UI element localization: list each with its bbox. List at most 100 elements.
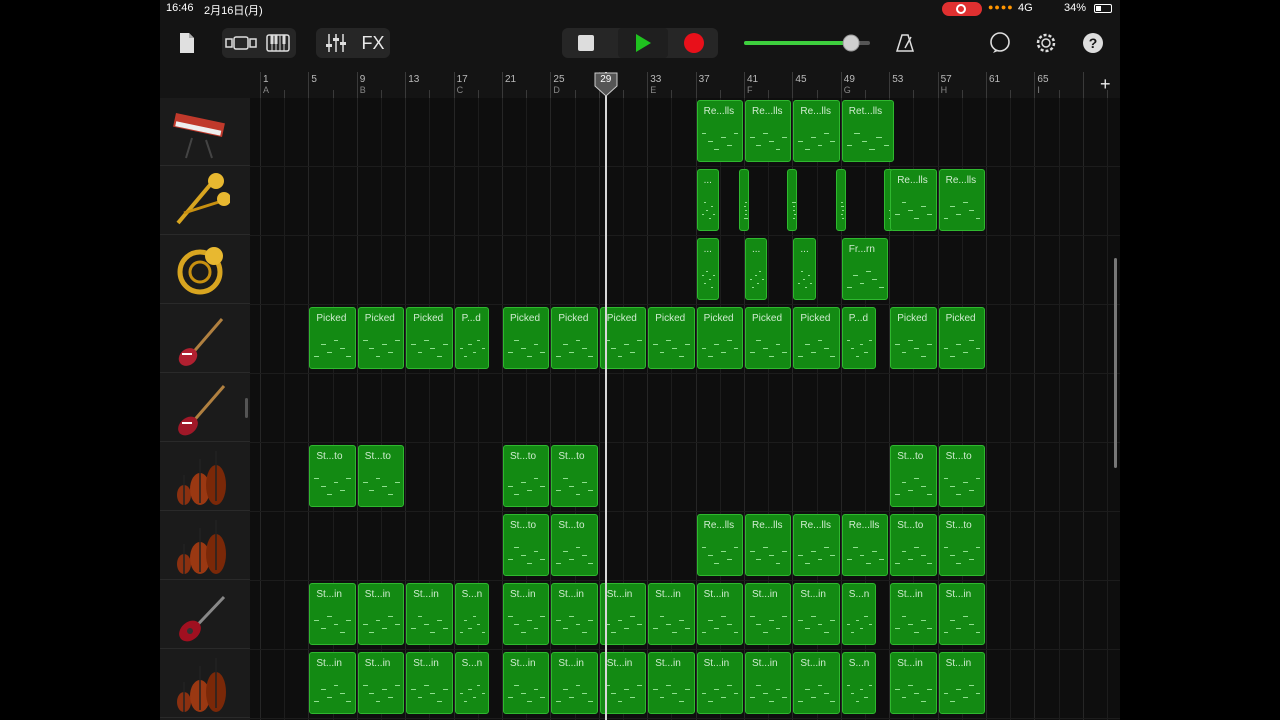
region[interactable]: St...in — [357, 652, 405, 714]
track-lane[interactable] — [250, 512, 1120, 581]
region[interactable]: S...n — [841, 583, 877, 645]
region[interactable]: ... — [745, 238, 768, 300]
region[interactable]: St...in — [309, 652, 356, 714]
region[interactable]: St...to — [890, 514, 937, 576]
tracks-area[interactable]: Re...lls Re...lls Re...lls Ret...lls... Re..… — [250, 98, 1120, 720]
track-header[interactable] — [160, 374, 250, 442]
region[interactable] — [835, 169, 846, 231]
region[interactable]: St...to — [890, 445, 937, 507]
track-lane[interactable] — [250, 374, 1120, 443]
region[interactable]: S...n — [454, 583, 489, 645]
region[interactable]: Re...lls — [793, 514, 840, 576]
region[interactable]: St...in — [551, 652, 598, 714]
region[interactable]: St...in — [696, 652, 743, 714]
track-header[interactable] — [160, 512, 250, 580]
play-icon[interactable] — [618, 28, 668, 58]
region[interactable]: Fr...rn — [841, 238, 889, 300]
help-icon[interactable]: ? — [1080, 28, 1106, 58]
region[interactable]: Re...lls — [938, 169, 985, 231]
region[interactable]: St...in — [793, 583, 840, 645]
region[interactable]: Picked — [309, 307, 356, 369]
region[interactable]: St...in — [938, 583, 985, 645]
region[interactable]: Picked — [938, 307, 985, 369]
region[interactable]: Re...lls — [745, 100, 792, 162]
section-marker[interactable]: E — [650, 85, 656, 95]
region[interactable]: St...in — [890, 583, 937, 645]
region[interactable]: Picked — [357, 307, 405, 369]
region[interactable]: St...to — [938, 445, 985, 507]
region[interactable]: Ret...lls — [841, 100, 895, 162]
region[interactable]: St...to — [938, 514, 985, 576]
metronome-icon[interactable] — [890, 28, 920, 58]
region[interactable]: Re...lls — [890, 169, 937, 231]
keyboard-icon[interactable] — [262, 28, 294, 58]
section-marker[interactable]: D — [553, 85, 560, 95]
mixer-icon[interactable] — [320, 28, 352, 58]
region[interactable] — [738, 169, 750, 231]
track-lane[interactable] — [250, 167, 1120, 236]
stop-icon[interactable] — [564, 28, 608, 58]
region[interactable]: St...in — [357, 583, 405, 645]
region[interactable]: Re...lls — [745, 514, 792, 576]
fx-button[interactable]: FX — [358, 28, 388, 58]
timeline-ruler[interactable]: 1 5 9 13 17 21 25 29 33 37 41 45 49 53 57 61 65 A B C D E F G H I — [250, 72, 1120, 99]
track-header[interactable] — [160, 167, 250, 235]
track-header[interactable] — [160, 581, 250, 649]
region[interactable]: Re...lls — [841, 514, 889, 576]
header-resize-handle[interactable] — [245, 398, 248, 418]
master-volume-slider[interactable] — [744, 28, 870, 58]
track-header[interactable] — [160, 650, 250, 718]
record-icon[interactable] — [672, 28, 716, 58]
region[interactable]: Picked — [696, 307, 743, 369]
region[interactable]: St...to — [551, 445, 598, 507]
section-marker[interactable]: F — [747, 85, 753, 95]
region[interactable]: Picked — [503, 307, 550, 369]
vertical-scrollbar[interactable] — [1114, 258, 1117, 468]
track-header[interactable] — [160, 236, 250, 304]
region[interactable]: Picked — [793, 307, 840, 369]
region[interactable]: Re...lls — [793, 100, 840, 162]
region[interactable]: St...in — [648, 583, 695, 645]
region[interactable]: Re...lls — [696, 514, 743, 576]
region[interactable]: St...in — [503, 652, 550, 714]
region[interactable]: ... — [793, 238, 816, 300]
region[interactable]: St...in — [696, 583, 743, 645]
region[interactable]: St...in — [745, 652, 792, 714]
file-icon[interactable] — [174, 28, 200, 58]
region[interactable]: St...to — [503, 514, 550, 576]
region[interactable]: St...in — [890, 652, 937, 714]
region[interactable]: St...in — [503, 583, 550, 645]
settings-icon[interactable] — [1032, 28, 1060, 58]
playhead[interactable] — [604, 72, 607, 720]
region[interactable]: St...to — [357, 445, 405, 507]
section-marker[interactable]: G — [844, 85, 851, 95]
region[interactable]: St...in — [406, 652, 453, 714]
region[interactable]: St...in — [406, 583, 453, 645]
region[interactable]: St...in — [309, 583, 356, 645]
track-header[interactable] — [160, 305, 250, 373]
track-header[interactable] — [160, 98, 250, 166]
region[interactable]: ... — [696, 169, 719, 231]
track-view-icon[interactable] — [224, 28, 258, 58]
region[interactable]: Re...lls — [696, 100, 743, 162]
loop-browser-icon[interactable] — [986, 28, 1014, 58]
region[interactable]: Picked — [551, 307, 598, 369]
region[interactable]: S...n — [841, 652, 877, 714]
region[interactable]: St...in — [938, 652, 985, 714]
section-marker[interactable]: I — [1037, 85, 1040, 95]
region[interactable]: St...to — [551, 514, 598, 576]
region[interactable]: St...in — [793, 652, 840, 714]
region[interactable]: Picked — [890, 307, 937, 369]
region[interactable]: St...to — [503, 445, 550, 507]
region[interactable]: ... — [696, 238, 719, 300]
region[interactable]: St...in — [745, 583, 792, 645]
region[interactable]: P...d — [454, 307, 489, 369]
region[interactable]: St...in — [551, 583, 598, 645]
track-header[interactable] — [160, 443, 250, 511]
region[interactable]: St...to — [309, 445, 356, 507]
region[interactable]: St...in — [648, 652, 695, 714]
region[interactable]: Picked — [648, 307, 695, 369]
region[interactable]: S...n — [454, 652, 489, 714]
track-lane[interactable] — [250, 236, 1120, 305]
section-marker[interactable]: C — [457, 85, 464, 95]
